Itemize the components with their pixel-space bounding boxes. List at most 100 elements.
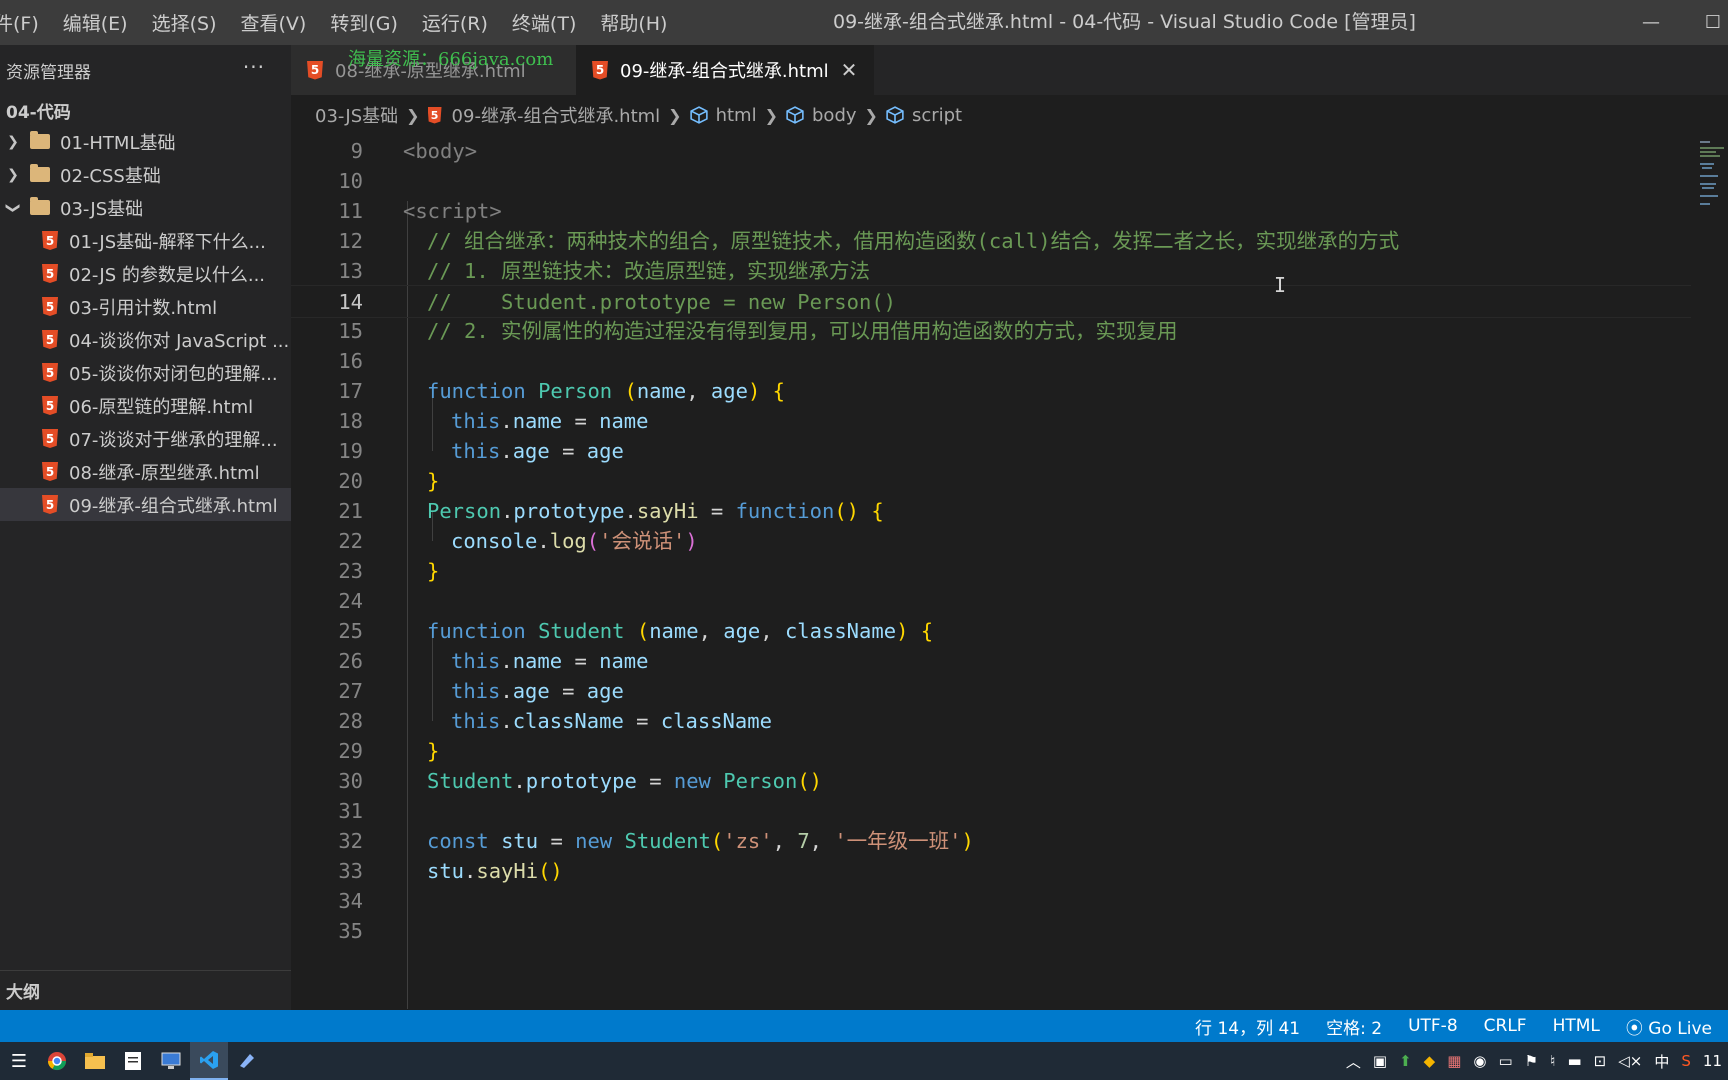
property-token: age [512, 679, 550, 703]
file-label: 05-谈谈你对闭包的理解... [69, 363, 278, 385]
menu-go[interactable]: 转到(G) [318, 9, 410, 36]
menu-selection[interactable]: 选择(S) [140, 9, 229, 36]
status-language[interactable]: HTML [1553, 1016, 1600, 1036]
display-icon[interactable]: ⊡ [1594, 1052, 1607, 1070]
line-number: 32 [338, 829, 363, 853]
html5-icon: 5 [42, 396, 58, 415]
messaging-icon[interactable]: ◉ [1473, 1052, 1486, 1070]
bookmark-icon[interactable]: ⚑ [1525, 1052, 1538, 1070]
file-label: 01-JS基础-解释下什么... [69, 231, 266, 253]
upload-icon[interactable]: ⬆ [1399, 1052, 1412, 1070]
menu-view[interactable]: 查看(V) [229, 9, 319, 36]
code-editor[interactable]: 9 <body> 10 11 <script> 12 // 组合继承：两种技术的组合，… [291, 135, 1728, 1010]
param-token: name [649, 619, 699, 643]
battery-icon[interactable]: ▬ [1567, 1052, 1581, 1070]
line-number: 20 [338, 469, 363, 493]
file-row-selected[interactable]: 5 09-继承-组合式继承.html [0, 488, 291, 521]
go-live-button[interactable]: ⦿ Go Live [1626, 1014, 1712, 1039]
variable-token: name [599, 649, 649, 673]
tab-label: 09-继承-组合式继承.html [620, 61, 829, 82]
menu-terminal[interactable]: 终端(T) [500, 9, 588, 36]
status-cursor-position[interactable]: 行 14，列 41 [1195, 1014, 1300, 1039]
chevron-right-icon: ❯ [7, 166, 19, 183]
vscode-icon[interactable] [190, 1042, 228, 1080]
monitor-icon[interactable]: ▭ [1498, 1052, 1512, 1070]
chevron-right-icon: ❯ [668, 105, 682, 125]
file-row[interactable]: 5 02-JS 的参数是以什么... [0, 257, 291, 290]
code-line: 9 <body> [291, 135, 1691, 168]
status-indentation[interactable]: 空格: 2 [1326, 1014, 1382, 1039]
volume-muted-icon[interactable]: ◁× [1618, 1052, 1642, 1070]
project-root[interactable]: 04-代码 [0, 95, 291, 125]
variable-token: name [599, 409, 649, 433]
minimize-button[interactable]: — [1628, 0, 1674, 45]
more-actions-icon[interactable]: ··· [243, 55, 265, 79]
file-label: 07-谈谈对于继承的理解... [69, 429, 278, 451]
folder-row-open[interactable]: ❯ 03-JS基础 [0, 191, 291, 224]
variable-token: console [451, 529, 538, 553]
tab-08-prototype-inheritance[interactable]: 5 08-继承-原型继承.html 海量资源：666java.com [291, 45, 576, 95]
microphone-icon[interactable]: ♮ [1550, 1052, 1555, 1070]
breadcrumb-item[interactable]: body [812, 105, 857, 126]
status-eol[interactable]: CRLF [1484, 1016, 1527, 1036]
line-number: 31 [338, 799, 363, 823]
folder-row[interactable]: ❯ 02-CSS基础 [0, 158, 291, 191]
line-number: 18 [338, 409, 363, 433]
app-icon[interactable] [228, 1042, 266, 1080]
breadcrumb-item[interactable]: 03-JS基础 [315, 102, 398, 128]
explorer-title: 资源管理器 [6, 62, 91, 83]
sogou-icon[interactable]: S [1681, 1052, 1691, 1070]
tab-09-combination-inheritance[interactable]: 5 09-继承-组合式继承.html ✕ [576, 45, 874, 95]
line-number: 9 [350, 139, 363, 163]
ime-indicator[interactable]: 中 [1654, 1051, 1669, 1072]
outline-panel-header[interactable]: 大纲 [0, 970, 291, 1010]
close-icon[interactable]: ✕ [841, 58, 858, 82]
remote-desktop-icon[interactable] [152, 1042, 190, 1080]
file-row[interactable]: 5 07-谈谈对于继承的理解... [0, 422, 291, 455]
clock[interactable]: 11 [1703, 1052, 1722, 1070]
code-line: 30 Student.prototype = new Person() [291, 765, 1691, 798]
minimap[interactable] [1692, 135, 1728, 215]
breadcrumb-item[interactable]: 09-继承-组合式继承.html [452, 102, 661, 128]
folder-label: 01-HTML基础 [60, 132, 176, 154]
code-line: 17 function Person (name, age) { [291, 375, 1691, 408]
menu-edit[interactable]: 编辑(E) [51, 9, 140, 36]
file-row[interactable]: 5 06-原型链的理解.html [0, 389, 291, 422]
variable-token: age [586, 679, 624, 703]
menu-help[interactable]: 帮助(H) [588, 9, 679, 36]
maximize-button[interactable]: ☐ [1690, 0, 1728, 45]
code-line: 33 stu.sayHi() [291, 855, 1691, 888]
file-row[interactable]: 5 04-谈谈你对 JavaScript ... [0, 323, 291, 356]
code-line: 11 <script> [291, 195, 1691, 228]
file-row[interactable]: 5 03-引用计数.html [0, 290, 291, 323]
file-row[interactable]: 5 08-继承-原型继承.html [0, 455, 291, 488]
file-row[interactable]: 5 05-谈谈你对闭包的理解... [0, 356, 291, 389]
network-app-icon[interactable]: ▣ [1373, 1052, 1387, 1070]
file-explorer-icon[interactable] [76, 1042, 114, 1080]
menu-run[interactable]: 运行(R) [410, 9, 500, 36]
chrome-icon[interactable] [38, 1042, 76, 1080]
param-token: age [723, 619, 761, 643]
file-row[interactable]: 5 01-JS基础-解释下什么... [0, 224, 291, 257]
code-line: 22 console.log('会说话') [291, 525, 1691, 558]
code-line: 20} [291, 465, 1691, 498]
app-tray-icon[interactable]: ◆ [1424, 1052, 1436, 1070]
chevron-up-icon[interactable]: ︿ [1346, 1051, 1361, 1072]
security-icon[interactable]: ▦ [1447, 1052, 1461, 1070]
line-number: 33 [338, 859, 363, 883]
code-line: 23} [291, 555, 1691, 588]
task-view-icon[interactable]: ☰ [0, 1042, 38, 1080]
property-token: prototype [513, 499, 625, 523]
html5-icon: 5 [42, 462, 58, 481]
file-label: 04-谈谈你对 JavaScript ... [69, 330, 290, 352]
symbol-cube-icon [689, 106, 708, 124]
notepad-icon[interactable] [114, 1042, 152, 1080]
breadcrumb-item[interactable]: script [912, 105, 962, 126]
watermark-text: 海量资源：666java.com [348, 49, 554, 70]
status-encoding[interactable]: UTF-8 [1408, 1016, 1458, 1036]
system-tray: ︿ ▣ ⬆ ◆ ▦ ◉ ▭ ⚑ ♮ ▬ ⊡ ◁× 中 S 11 [1340, 1042, 1728, 1080]
keyword-token: new [575, 829, 613, 853]
folder-row[interactable]: ❯ 01-HTML基础 [0, 125, 291, 158]
breadcrumb-item[interactable]: html [716, 105, 757, 126]
menu-file[interactable]: 件(F) [0, 9, 51, 36]
